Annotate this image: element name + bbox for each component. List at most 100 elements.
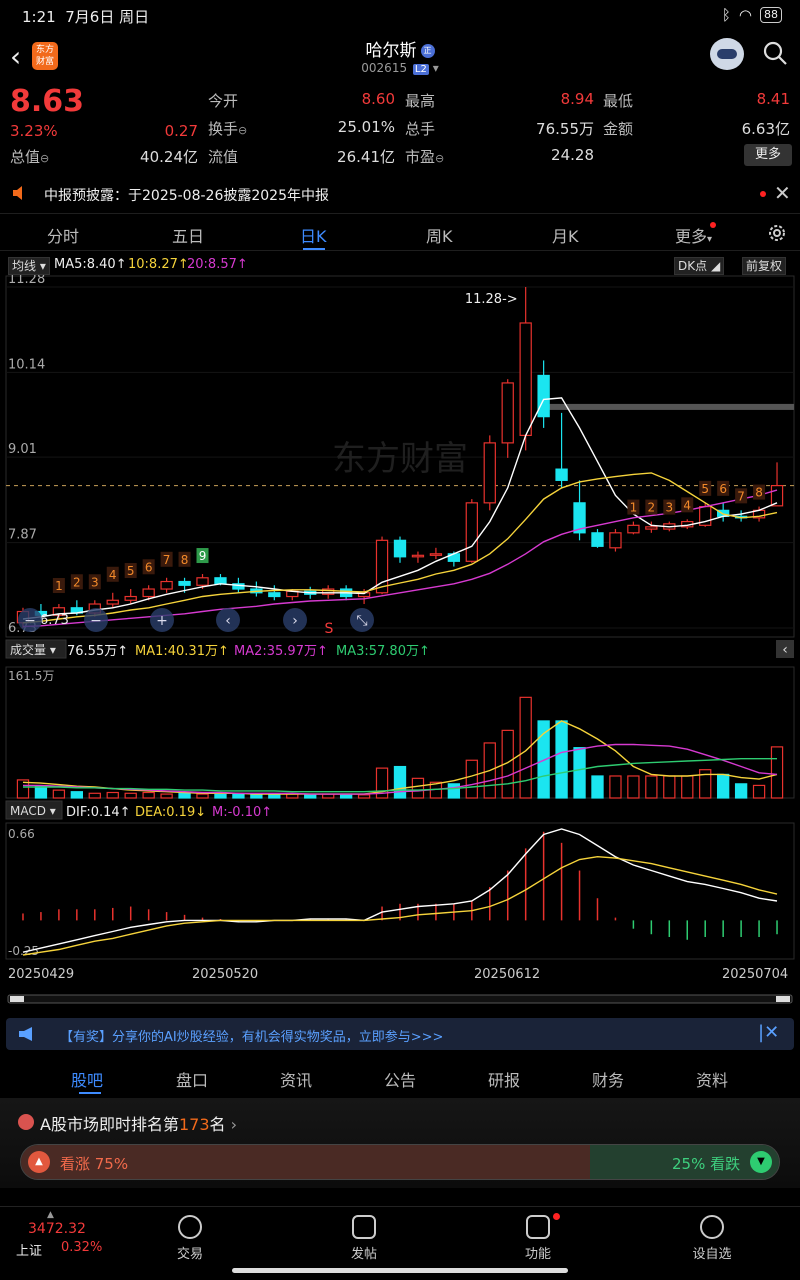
ma5-value: MA5:8.40↑ [54, 257, 127, 272]
date-tick-label: 20250704 [722, 967, 788, 982]
bottom-nav: 3472.32 ▲ 上证 0.32% 交易 发帖 功能 设自选 [0, 1206, 800, 1266]
volume-bar [232, 793, 245, 799]
vol-ma1-value: MA1:40.31万↑ [135, 644, 229, 659]
volume-bar [663, 775, 676, 799]
volume-bar [465, 759, 478, 799]
candle-body [465, 502, 478, 562]
volume-bar [178, 792, 191, 799]
q-label: 最高 [405, 92, 436, 110]
volume-bar [447, 783, 461, 799]
nav-functions[interactable]: 功能 [498, 1215, 578, 1262]
close-icon[interactable]: ✕ [774, 181, 791, 205]
tab-intraday[interactable]: 分时 [47, 223, 79, 247]
bearish-button[interactable]: ▼ [750, 1151, 772, 1173]
seq-number: 8 [181, 553, 189, 567]
volume-bar [591, 775, 604, 799]
candle-body [609, 532, 622, 549]
tab-five-day[interactable]: 五日 [172, 223, 204, 247]
tab-research[interactable]: 研报 [488, 1067, 520, 1091]
vol-ma2-value: MA2:35.97万↑ [234, 644, 328, 659]
more-button[interactable]: 更多 [744, 144, 792, 166]
rank-text[interactable]: A股市场即时排名第173名 › [40, 1111, 237, 1135]
tab-monthly-k[interactable]: 月K [552, 223, 579, 247]
gear-icon[interactable] [766, 222, 788, 244]
volume-max-label: 161.5万 [8, 669, 54, 683]
q-value: 40.24亿 [140, 148, 198, 166]
volume-bar [357, 794, 371, 799]
low-price-label: 6.73 [40, 613, 69, 628]
dk-point-button[interactable]: DK点 ◢ [674, 257, 725, 275]
volume-bar [716, 773, 730, 799]
caret-up-icon: ▲ [47, 1210, 54, 1220]
kline-chart[interactable]: 11.2810.149.017.876.73东方财富11.28->6.73123… [0, 275, 800, 1010]
promo-text: 【有奖】分享你的AI炒股经验，有机会得实物奖品，立即参与>>> [60, 1030, 444, 1045]
tab-profile[interactable]: 资料 [696, 1067, 728, 1091]
candle-body [160, 580, 173, 590]
nav-add-watchlist[interactable]: 设自选 [672, 1215, 752, 1262]
volume-bar [250, 794, 263, 799]
tab-more[interactable]: 更多▾ [675, 223, 712, 247]
q-value: 24.28 [551, 146, 594, 164]
search-icon[interactable] [762, 40, 788, 66]
tab-finance[interactable]: 财务 [592, 1067, 624, 1091]
q-value: 8.94 [560, 90, 594, 108]
nav-post[interactable]: 发帖 [324, 1215, 404, 1262]
volume-bar [681, 775, 694, 799]
q-value: 25.01% [337, 118, 395, 136]
q-label: 换手⊖ [208, 120, 248, 138]
volume-bar [573, 747, 586, 799]
tab-daily-k[interactable]: 日K [300, 223, 327, 247]
stock-code[interactable]: 002615 L2 ▾ [0, 61, 800, 75]
volume-bar [734, 783, 748, 799]
tab-weekly-k[interactable]: 周K [426, 223, 453, 247]
index-name[interactable]: 上证 [16, 1240, 42, 1259]
scroll-handle-left[interactable] [10, 996, 24, 1002]
volume-bar [70, 791, 84, 799]
scroll-handle-right[interactable] [776, 996, 790, 1002]
volume-bar [160, 793, 173, 799]
zoom-in-icon-glyph: + [156, 613, 168, 629]
active-tab-indicator [79, 1092, 101, 1094]
seq-number: 6 [719, 482, 727, 496]
macd-dif-line [22, 828, 778, 953]
candle-body [501, 382, 514, 444]
notice-bar[interactable]: 中报预披露：于2025-08-26披露2025年中报 ✕ [0, 178, 800, 210]
seq-number: 1 [630, 501, 638, 515]
macd-panel: MACD ▾ DIF:0.14↑ DEA:0.19↓ M:-0.10↑ 0.66 -0.2… [5, 800, 795, 1004]
bearish-label: 25% 看跌 [672, 1155, 741, 1173]
macd-m-value: M:-0.10↑ [212, 805, 272, 820]
chevron-down-icon: ▾ [432, 61, 439, 75]
seq-number: 2 [648, 501, 656, 515]
seq-number: 3 [91, 575, 99, 589]
tab-news[interactable]: 资讯 [280, 1067, 312, 1091]
seq-number: 2 [73, 575, 81, 589]
close-icon[interactable]: |✕ [758, 1022, 779, 1043]
q-label: 市盈⊖ [405, 148, 445, 166]
stock-name[interactable]: 哈尔斯正 [0, 36, 800, 61]
y-tick-label: 7.87 [8, 528, 37, 543]
seq-number: 7 [163, 553, 171, 567]
tab-guba[interactable]: 股吧 [71, 1067, 103, 1091]
volume-bar [88, 792, 101, 799]
q-label: 总手 [405, 120, 436, 138]
change-amount: 0.27 [164, 122, 198, 140]
bullish-button[interactable]: ▲ [28, 1151, 50, 1173]
ma-selector[interactable]: 均线 ▾ [8, 257, 50, 275]
robot-assistant-icon[interactable] [710, 38, 744, 70]
megaphone-icon [19, 1027, 32, 1041]
nav-trade[interactable]: 交易 [150, 1215, 230, 1262]
candle-body [411, 554, 425, 558]
seq-number: 4 [683, 498, 691, 512]
seq-number: 7 [737, 489, 745, 503]
tab-pankou[interactable]: 盘口 [176, 1067, 208, 1091]
period-tabs: 分时 五日 日K 周K 月K 更多▾ [0, 213, 800, 251]
index-pct: 0.32% [61, 1240, 103, 1255]
seq-number: 3 [665, 501, 673, 515]
seq-number: 8 [755, 486, 763, 500]
adjust-button[interactable]: 前复权 [742, 257, 787, 275]
home-indicator [232, 1268, 568, 1273]
macd-top-label: 0.66 [8, 827, 35, 841]
content-tabs: 股吧 盘口 资讯 公告 研报 财务 资料 [0, 1062, 800, 1094]
tab-announcement[interactable]: 公告 [384, 1067, 416, 1091]
promo-banner[interactable]: 【有奖】分享你的AI炒股经验，有机会得实物奖品，立即参与>>> |✕ [6, 1018, 794, 1050]
